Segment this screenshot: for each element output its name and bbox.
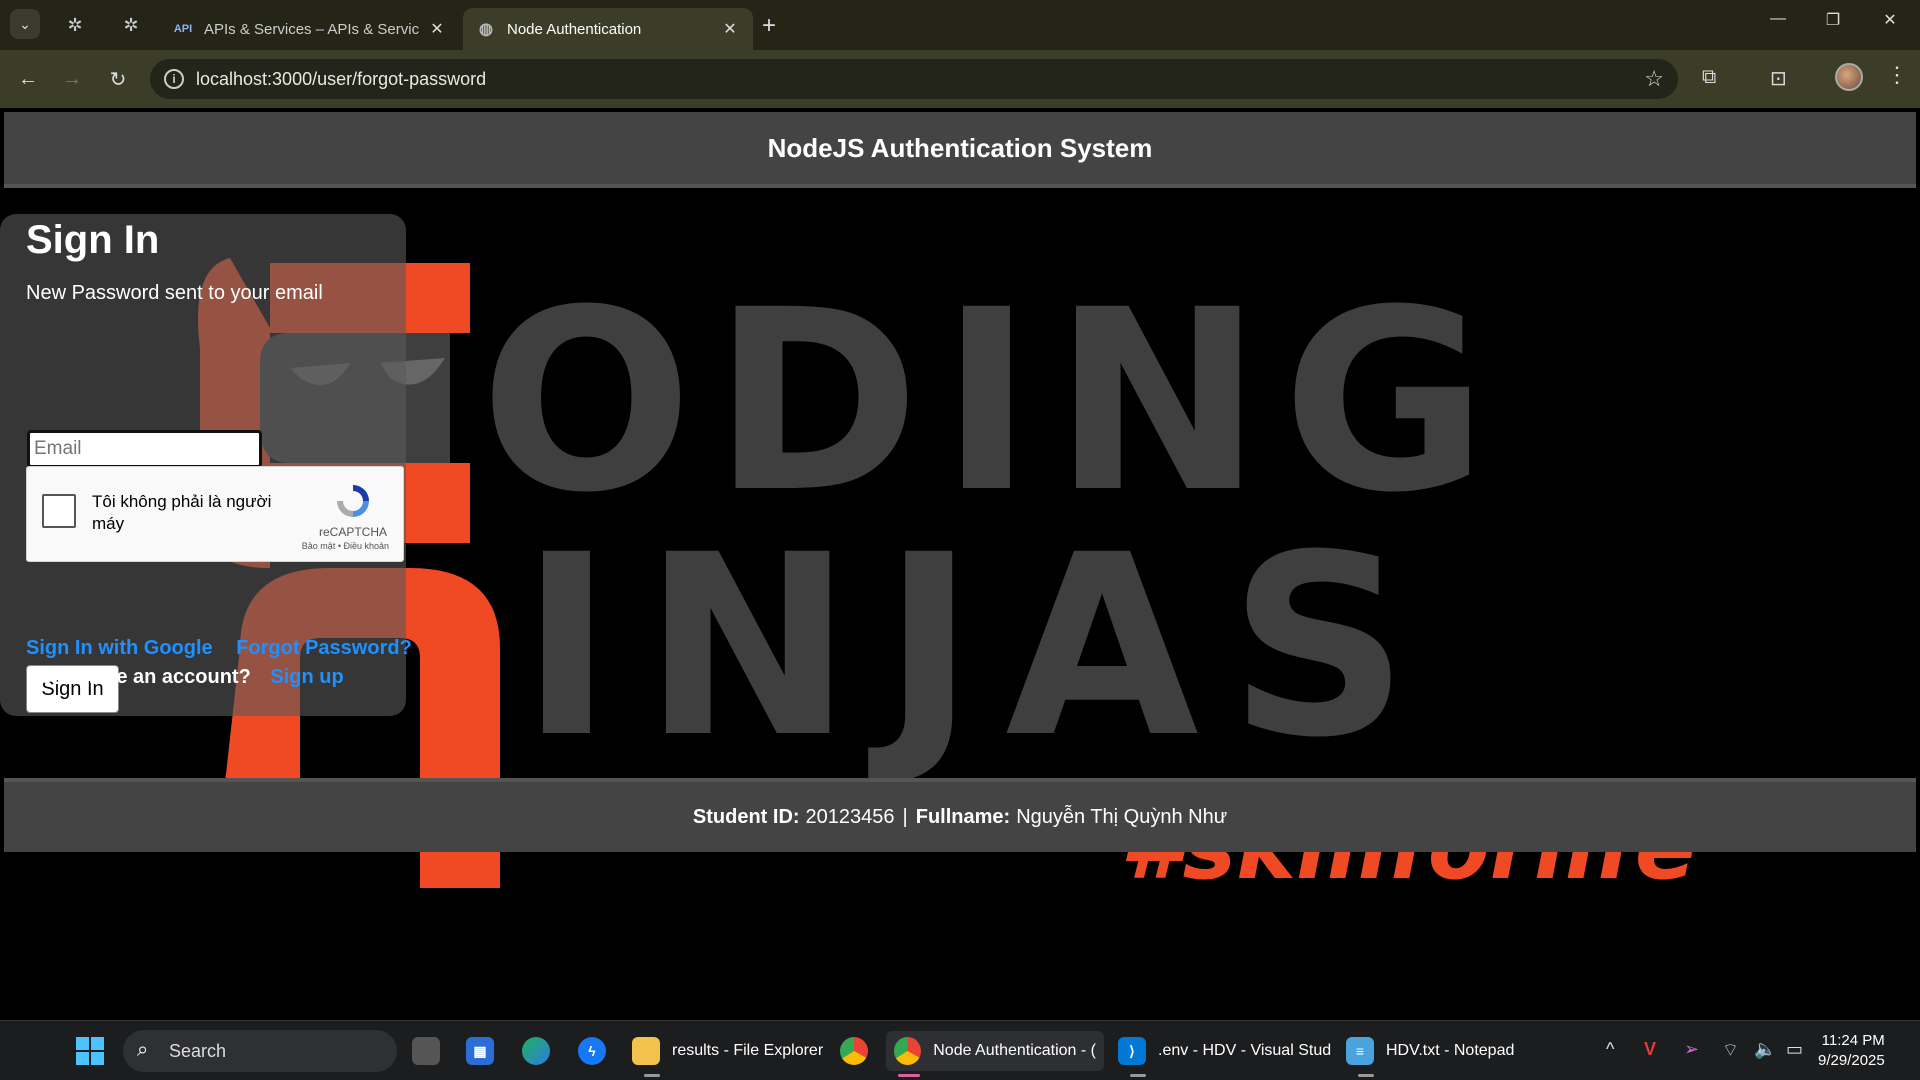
recaptcha-checkbox[interactable] — [42, 494, 76, 528]
wifi-icon[interactable]: ⌔ — [1722, 1039, 1739, 1062]
chatgpt-pinned-tab-icon-2[interactable]: ✲ — [118, 12, 144, 38]
google-signin-link[interactable]: Sign In with Google — [26, 637, 213, 659]
more-menu-icon[interactable]: ⋮ — [1886, 62, 1908, 88]
tab-close-icon[interactable]: ✕ — [428, 19, 446, 39]
windows-taskbar: ⌕ Search ▦ ϟ results - File Explorer Nod… — [0, 1020, 1920, 1080]
screenshot-icon[interactable]: ⊡ — [1770, 66, 1787, 91]
browser-toolbar: ← → ↻ i localhost:3000/user/forgot-passw… — [0, 50, 1920, 108]
close-window-icon[interactable]: ✕ — [1870, 10, 1910, 30]
running-indicator — [1358, 1074, 1374, 1077]
recaptcha-logo-icon — [337, 485, 369, 517]
chrome-app-icon — [894, 1037, 922, 1065]
taskbar-app-chrome-node[interactable]: Node Authentication - ( — [886, 1031, 1104, 1077]
fullname-value: Nguyễn Thị Quỳnh Như — [1016, 805, 1228, 828]
page-header: NodeJS Authentication System — [4, 112, 1916, 188]
new-tab-plus-icon[interactable]: + — [762, 12, 776, 40]
edge-icon[interactable] — [522, 1031, 562, 1071]
taskbar-search[interactable]: ⌕ Search — [123, 1030, 397, 1072]
signin-title: Sign In — [26, 218, 160, 262]
task-view-icon[interactable] — [412, 1031, 452, 1071]
signup-row: Don't have an account? Sign up — [26, 666, 344, 689]
running-indicator — [644, 1074, 660, 1077]
taskbar-app-vscode[interactable]: ⟩ .env - HDV - Visual Stud — [1118, 1031, 1332, 1077]
vscode-icon: ⟩ — [1118, 1037, 1146, 1065]
clock-date: 9/29/2025 — [1818, 1052, 1885, 1069]
messenger-icon[interactable]: ϟ — [578, 1031, 618, 1071]
tab-search-chevron-icon[interactable]: ⌄ — [10, 9, 40, 39]
microsoft-store-icon[interactable]: ▦ — [466, 1031, 506, 1071]
fullname-label: Fullname: — [915, 805, 1011, 828]
flash-message: New Password sent to your email — [26, 282, 323, 304]
footer-separator: | — [902, 805, 908, 828]
search-icon: ⌕ — [137, 1039, 149, 1061]
tray-send-icon[interactable]: ➢ — [1684, 1039, 1699, 1060]
bookmark-star-icon[interactable]: ☆ — [1644, 66, 1664, 92]
email-field[interactable] — [27, 430, 262, 468]
taskbar-app-file-explorer[interactable]: results - File Explorer — [632, 1031, 824, 1077]
chatgpt-pinned-tab-icon[interactable]: ✲ — [62, 12, 88, 38]
minimize-icon[interactable]: — — [1758, 10, 1798, 28]
signup-link[interactable]: Sign up — [270, 666, 343, 688]
url-text[interactable]: localhost:3000/user/forgot-password — [196, 69, 486, 90]
battery-icon[interactable]: ▭ — [1786, 1039, 1803, 1060]
recaptcha-terms[interactable]: Bảo mật • Điều khoản — [302, 541, 389, 551]
recaptcha-label: Tôi không phải là người máy — [92, 492, 272, 533]
taskbar-app-label: Node Authentication - ( — [933, 1042, 1096, 1059]
chrome-icon[interactable] — [840, 1031, 880, 1071]
api-favicon-icon: API — [173, 23, 193, 35]
tab-strip: ⌄ ✲ ✲ API APIs & Services – APIs & Servi… — [0, 0, 1920, 50]
extensions-puzzle-icon[interactable]: ⧉ — [1702, 66, 1716, 89]
student-id-label: Student ID: — [692, 805, 800, 828]
taskbar-app-label: results - File Explorer — [672, 1042, 824, 1059]
profile-avatar[interactable] — [1835, 63, 1863, 91]
page-footer: Student ID: 20123456 | Fullname: Nguyễn … — [4, 778, 1916, 852]
active-indicator — [898, 1074, 920, 1077]
forward-arrow-icon[interactable]: → — [57, 64, 87, 94]
address-bar[interactable]: i localhost:3000/user/forgot-password ☆ — [150, 59, 1678, 99]
taskbar-app-notepad[interactable]: ≡ HDV.txt - Notepad — [1346, 1031, 1515, 1077]
no-account-text: Don't have an account? — [26, 666, 251, 688]
notepad-icon: ≡ — [1346, 1037, 1374, 1065]
recaptcha-widget: Tôi không phải là người máy reCAPTCHA Bả… — [26, 466, 404, 562]
taskbar-app-label: .env - HDV - Visual Stud — [1158, 1042, 1332, 1059]
folder-icon — [632, 1037, 660, 1065]
windows-start-icon[interactable] — [76, 1037, 104, 1065]
background-text-line2: INJAS — [520, 501, 1439, 792]
site-info-icon[interactable]: i — [164, 69, 184, 89]
tab-close-icon[interactable]: ✕ — [721, 19, 739, 39]
page-title: NodeJS Authentication System — [767, 132, 1153, 163]
taskbar-app-label: HDV.txt - Notepad — [1386, 1042, 1515, 1059]
back-arrow-icon[interactable]: ← — [13, 64, 43, 94]
restore-icon[interactable]: ❐ — [1813, 10, 1853, 30]
tab-title: Node Authentication — [507, 20, 642, 38]
signin-links-row: Sign In with Google Forgot Password? — [26, 637, 412, 660]
tray-v-app-icon[interactable]: V — [1644, 1039, 1656, 1060]
tray-chevron-up-icon[interactable]: ^ — [1606, 1039, 1614, 1060]
reload-icon[interactable]: ↻ — [103, 64, 133, 94]
tab-node-authentication[interactable]: ◍ Node Authentication ✕ — [463, 8, 753, 50]
tab-title: APIs & Services – APIs & Servic — [204, 20, 420, 38]
page-viewport: NodeJS Authentication System ODING INJAS… — [0, 108, 1920, 1020]
tab-apis-services[interactable]: API APIs & Services – APIs & Servic ✕ — [160, 8, 460, 50]
search-label: Search — [169, 1040, 227, 1061]
volume-muted-icon[interactable]: 🔈 — [1754, 1039, 1776, 1060]
globe-favicon-icon: ◍ — [479, 21, 493, 38]
student-id-value: 20123456 — [805, 805, 895, 828]
forgot-password-link[interactable]: Forgot Password? — [236, 637, 412, 659]
running-indicator — [1130, 1074, 1146, 1077]
taskbar-clock[interactable]: 11:24 PM 9/29/2025 — [1818, 1031, 1885, 1071]
recaptcha-brand: reCAPTCHA — [318, 525, 387, 539]
clock-time: 11:24 PM — [1821, 1032, 1885, 1049]
